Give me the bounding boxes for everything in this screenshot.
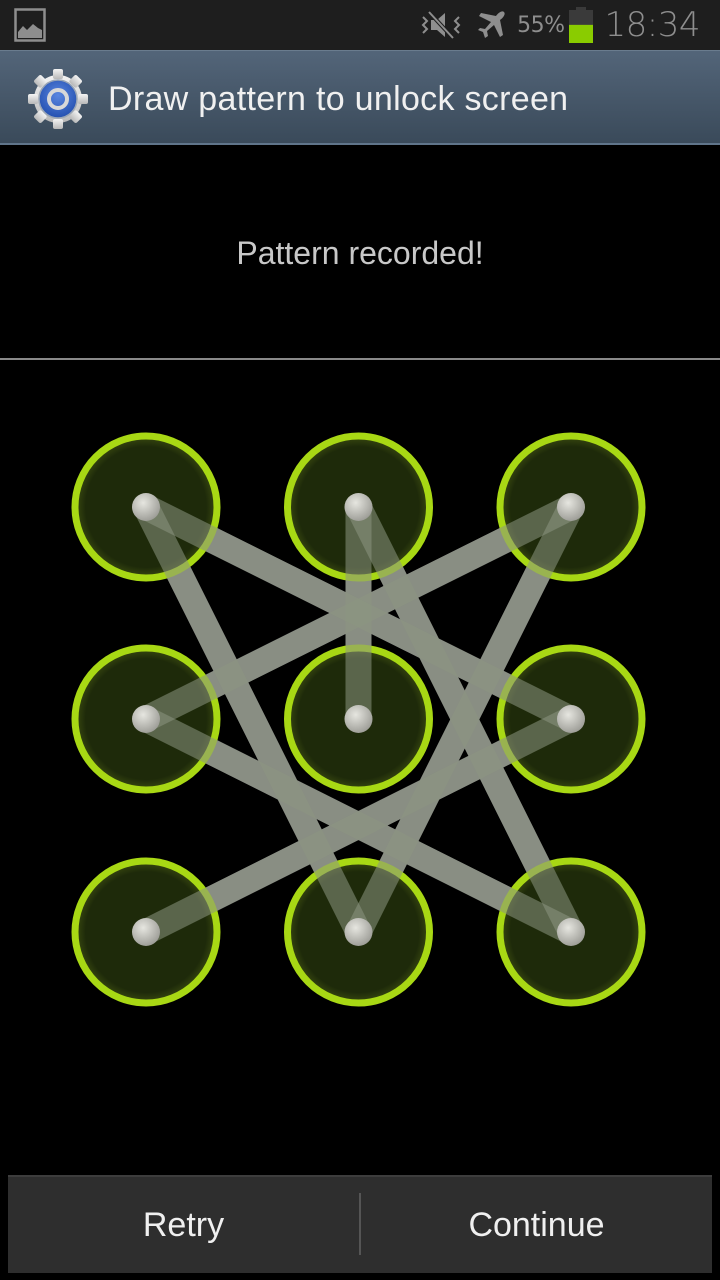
airplane-mode-icon [478,11,505,38]
pattern-dot-4 [132,705,160,733]
pattern-dot-7 [132,918,160,946]
pattern-dot-5 [344,705,373,733]
status-bar: 55% 18:34 [0,0,720,50]
header-area: Pattern recorded! [0,145,720,359]
pattern-dot-1 [132,493,160,521]
pattern-grid[interactable] [0,360,720,1160]
pattern-dot-3 [557,493,585,521]
gallery-notification-icon [14,8,46,42]
button-bar: Retry Continue [8,1175,712,1273]
mute-vibrate-icon [421,10,461,40]
battery-percent: 55% [517,12,565,38]
settings-gear-icon [28,69,88,129]
continue-button[interactable]: Continue [361,1177,712,1273]
retry-button[interactable]: Retry [8,1177,359,1273]
action-bar: Draw pattern to unlock screen [0,50,720,145]
page-title: Draw pattern to unlock screen [108,80,569,118]
pattern-dot-6 [557,705,585,733]
pattern-dot-8 [344,918,373,946]
pattern-dot-9 [557,918,585,946]
status-message: Pattern recorded! [236,235,484,271]
pattern-dot-2 [344,493,373,521]
battery-icon [568,7,593,43]
clock: 18:34 [604,5,701,45]
